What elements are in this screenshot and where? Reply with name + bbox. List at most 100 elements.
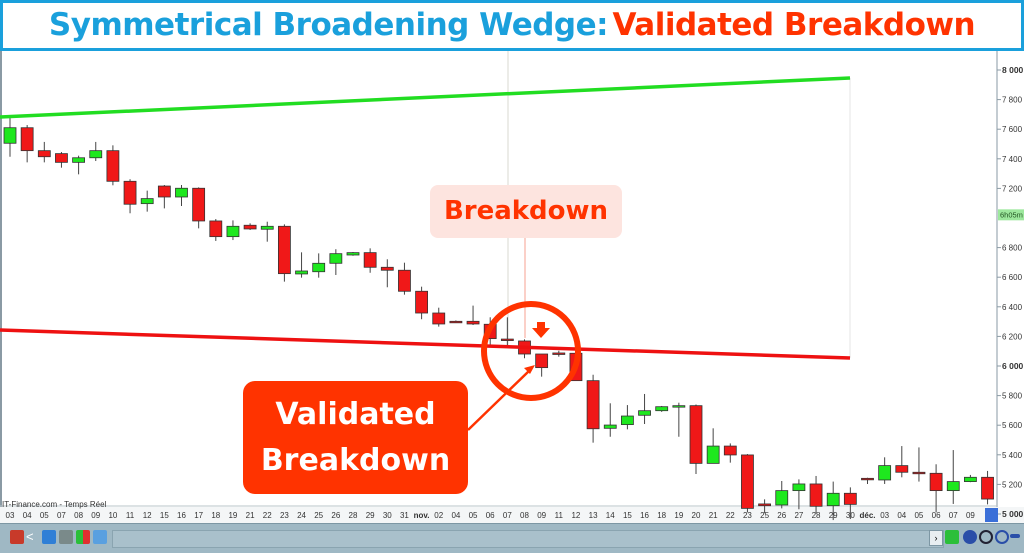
y-tick-label: 7 200 (1002, 184, 1023, 193)
plot-area (0, 51, 997, 521)
x-tick-label: 05 (469, 511, 478, 520)
candle-body-up (964, 476, 977, 482)
candle-body-up (89, 150, 103, 159)
x-tick-label: 15 (623, 511, 632, 520)
x-tick-label: 19 (674, 511, 683, 520)
candle-body-up (672, 405, 686, 408)
x-tick-label: 21 (709, 511, 718, 520)
candle-body-down (912, 471, 926, 475)
candle-body-down (741, 454, 754, 509)
title-highlight: Validated Breakdown (612, 7, 976, 43)
candle-body-down (55, 153, 68, 163)
zoom-out-icon[interactable] (979, 530, 993, 544)
y-tick-label: 7 600 (1002, 125, 1023, 134)
candle-body-down (929, 472, 943, 492)
candle-body-down (123, 180, 137, 205)
share-icon[interactable]: < (26, 530, 40, 544)
x-tick-label: 02 (434, 511, 443, 520)
x-tick-label: 15 (160, 511, 169, 520)
x-tick-label: 17 (194, 511, 203, 520)
x-tick-label: 11 (555, 511, 564, 520)
breakdown-callout: Breakdown (430, 185, 622, 238)
x-tick-label: 05 (40, 511, 49, 520)
scroll-right-button[interactable]: › (929, 530, 943, 546)
candle-body-down (398, 269, 411, 292)
horizontal-scrollbar[interactable] (112, 530, 944, 548)
x-tick-label: 08 (520, 511, 529, 520)
candle-body-down (157, 185, 171, 198)
x-tick-label: 25 (314, 511, 323, 520)
x-tick-label: 16 (177, 511, 186, 520)
candle (346, 252, 360, 256)
x-tick-label: 03 (880, 511, 889, 520)
x-tick-label: 30 (383, 511, 392, 520)
candle-body-down (415, 290, 429, 314)
x-tick-label: 20 (692, 511, 701, 520)
x-tick-label: 07 (503, 511, 512, 520)
x-tick-label: 28 (349, 511, 358, 520)
x-tick-label: 31 (400, 511, 409, 520)
candle-body-up (621, 415, 634, 426)
candle-body-up (603, 424, 617, 429)
y-tick-label: 5 200 (1002, 480, 1023, 489)
x-tick-label: 05 (914, 511, 923, 520)
bottom-toolbar: < ‹ › (0, 523, 1024, 553)
y-tick-label: 6 200 (1002, 332, 1023, 341)
x-tick-label: 12 (571, 511, 580, 520)
y-tick-label: 6 800 (1002, 244, 1023, 253)
candle-body-down (586, 380, 600, 430)
candle-body-down (552, 352, 566, 355)
chat-icon[interactable] (42, 530, 56, 544)
x-tick-label: 23 (280, 511, 289, 520)
bars-icon[interactable] (76, 530, 90, 544)
windows-icon[interactable] (93, 530, 107, 544)
candle-body-down (843, 492, 857, 505)
candle-body-up (346, 252, 360, 256)
candle-body-down (449, 320, 463, 324)
candle-body-down (432, 312, 446, 325)
x-tick-label: 09 (537, 511, 546, 520)
validated-line2: Breakdown (260, 442, 451, 478)
candle-body-down (243, 224, 257, 230)
candle-body-down (380, 266, 394, 271)
candle-body-up (329, 253, 343, 264)
y-tick-label: 5 800 (1002, 392, 1023, 401)
x-tick-label: nov. (414, 511, 430, 520)
candle-body-up (140, 198, 154, 205)
x-tick-label: 11 (126, 511, 135, 520)
candle-body-down (723, 445, 737, 456)
y-tick-label: 8 000 (1002, 65, 1024, 75)
candle-body-up (706, 445, 720, 464)
candle-body-up (260, 225, 274, 230)
y-tick-label: 6 400 (1002, 303, 1023, 312)
strategy-icon[interactable] (10, 530, 24, 544)
x-tick-label: 08 (74, 511, 83, 520)
candle-body-down (20, 127, 34, 152)
candle (689, 404, 703, 475)
scroll-end-button (985, 508, 998, 522)
x-tick-label: 24 (297, 511, 306, 520)
candle-body-up (312, 262, 326, 273)
zoom-fit-icon[interactable] (963, 530, 977, 544)
candle-body-down (209, 220, 223, 238)
zoom-in-icon[interactable] (995, 530, 1009, 544)
indicator-icon[interactable] (59, 530, 73, 544)
y-tick-label: 5 000 (1002, 509, 1024, 519)
x-tick-label: 07 (57, 511, 66, 520)
x-tick-label: 10 (108, 511, 117, 520)
y-tick-label: 6 000 (1002, 361, 1024, 371)
candle (655, 405, 669, 412)
drawing-icon[interactable] (945, 530, 959, 544)
x-tick-label: 26 (777, 511, 786, 520)
candle-body-up (655, 406, 669, 412)
x-tick-label: 04 (897, 511, 906, 520)
settings-icon[interactable] (1010, 534, 1020, 538)
x-tick-label: 19 (228, 511, 237, 520)
candle-body-down (192, 187, 206, 222)
candle-body-up (638, 410, 651, 416)
candle-body-down (277, 225, 291, 275)
candle-body-down (37, 150, 51, 158)
candle-body-down (466, 320, 480, 325)
x-tick-label: 18 (211, 511, 220, 520)
candlestick-chart[interactable]: 8 000 7 800 7 600 7 400 7 200 6 800 6 600 6 400… (0, 51, 1024, 523)
